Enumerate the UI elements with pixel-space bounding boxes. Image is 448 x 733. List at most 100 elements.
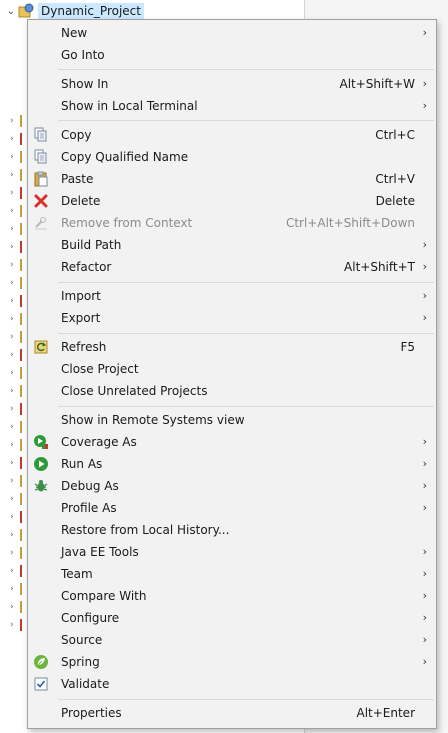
tree-row-collapsed[interactable]: › xyxy=(10,454,26,472)
tree-row-collapsed[interactable]: › xyxy=(10,130,26,148)
menu-separator xyxy=(58,282,434,283)
chevron-right-icon[interactable]: › xyxy=(10,422,20,432)
chevron-right-icon[interactable]: › xyxy=(10,278,20,288)
tree-node-icon xyxy=(20,457,26,469)
submenu-arrow-icon: › xyxy=(422,611,427,624)
tree-row-collapsed[interactable]: › xyxy=(10,382,26,400)
chevron-right-icon[interactable]: › xyxy=(10,566,20,576)
tree-row-collapsed[interactable]: › xyxy=(10,598,26,616)
chevron-right-icon[interactable]: › xyxy=(10,206,20,216)
menu-item-configure[interactable]: Configure › xyxy=(28,607,436,629)
tree-row-collapsed[interactable]: › xyxy=(10,148,26,166)
project-name-label[interactable]: Dynamic_Project xyxy=(38,3,144,19)
tree-row-collapsed[interactable]: › xyxy=(10,544,26,562)
tree-row-collapsed[interactable]: › xyxy=(10,526,26,544)
submenu-arrow-icon: › xyxy=(422,545,427,558)
chevron-right-icon[interactable]: › xyxy=(10,332,20,342)
menu-item-new[interactable]: New › xyxy=(28,22,436,44)
tree-item-project[interactable]: ⌄ Dynamic_Project xyxy=(4,1,144,21)
chevron-right-icon[interactable]: › xyxy=(10,116,20,126)
tree-row-collapsed[interactable]: › xyxy=(10,400,26,418)
chevron-right-icon[interactable]: › xyxy=(10,530,20,540)
tree-row-collapsed[interactable]: › xyxy=(10,364,26,382)
chevron-right-icon[interactable]: › xyxy=(10,188,20,198)
chevron-right-icon[interactable]: › xyxy=(10,314,20,324)
tree-row-collapsed[interactable]: › xyxy=(10,346,26,364)
tree-row-collapsed[interactable]: › xyxy=(10,274,26,292)
menu-item-refresh[interactable]: Refresh F5 xyxy=(28,336,436,358)
tree-row-collapsed[interactable]: › xyxy=(10,112,26,130)
chevron-right-icon[interactable]: › xyxy=(10,152,20,162)
submenu-arrow-icon: › xyxy=(422,567,427,580)
chevron-right-icon[interactable]: › xyxy=(10,620,20,630)
menu-item-copy-qualified-name[interactable]: Copy Qualified Name xyxy=(28,146,436,168)
menu-item-show-in-remote-systems[interactable]: Show in Remote Systems view xyxy=(28,409,436,431)
menu-item-show-in[interactable]: Show In Alt+Shift+W › xyxy=(28,73,436,95)
chevron-right-icon[interactable]: › xyxy=(10,602,20,612)
tree-row-collapsed[interactable]: › xyxy=(10,562,26,580)
tree-row-collapsed[interactable]: › xyxy=(10,508,26,526)
tree-row-collapsed[interactable]: › xyxy=(10,580,26,598)
menu-item-debug-as[interactable]: Debug As › xyxy=(28,475,436,497)
menu-item-go-into[interactable]: Go Into xyxy=(28,44,436,66)
tree-row-collapsed[interactable]: › xyxy=(10,220,26,238)
chevron-right-icon[interactable]: › xyxy=(10,584,20,594)
tree-row-collapsed[interactable]: › xyxy=(10,616,26,634)
tree-row-collapsed[interactable]: › xyxy=(10,256,26,274)
tree-row-collapsed[interactable]: › xyxy=(10,418,26,436)
menu-item-export[interactable]: Export › xyxy=(28,307,436,329)
tree-node-icon xyxy=(20,295,26,307)
tree-row-collapsed[interactable]: › xyxy=(10,310,26,328)
tree-row-collapsed[interactable]: › xyxy=(10,166,26,184)
chevron-right-icon[interactable]: › xyxy=(10,404,20,414)
menu-item-team[interactable]: Team › xyxy=(28,563,436,585)
menu-item-copy[interactable]: Copy Ctrl+C xyxy=(28,124,436,146)
menu-item-compare-with[interactable]: Compare With › xyxy=(28,585,436,607)
chevron-down-icon[interactable]: ⌄ xyxy=(4,6,18,17)
chevron-right-icon[interactable]: › xyxy=(10,134,20,144)
menu-item-import[interactable]: Import › xyxy=(28,285,436,307)
tree-node-icon xyxy=(20,205,26,217)
menu-item-source[interactable]: Source › xyxy=(28,629,436,651)
tree-row-collapsed[interactable]: › xyxy=(10,184,26,202)
tree-node-icon xyxy=(20,259,26,271)
chevron-right-icon[interactable]: › xyxy=(10,458,20,468)
menu-item-spring[interactable]: Spring › xyxy=(28,651,436,673)
menu-item-properties[interactable]: Properties Alt+Enter xyxy=(28,702,436,724)
chevron-right-icon[interactable]: › xyxy=(10,548,20,558)
chevron-right-icon[interactable]: › xyxy=(10,224,20,234)
chevron-right-icon[interactable]: › xyxy=(10,368,20,378)
tree-row-collapsed[interactable]: › xyxy=(10,328,26,346)
menu-item-close-unrelated-projects[interactable]: Close Unrelated Projects xyxy=(28,380,436,402)
chevron-right-icon[interactable]: › xyxy=(10,512,20,522)
tree-row-collapsed[interactable]: › xyxy=(10,436,26,454)
menu-item-show-in-local-terminal[interactable]: Show in Local Terminal › xyxy=(28,95,436,117)
tree-row-collapsed[interactable]: › xyxy=(10,292,26,310)
chevron-right-icon[interactable]: › xyxy=(10,494,20,504)
chevron-right-icon[interactable]: › xyxy=(10,476,20,486)
menu-item-refactor[interactable]: Refactor Alt+Shift+T › xyxy=(28,256,436,278)
tree-row-collapsed[interactable]: › xyxy=(10,202,26,220)
menu-item-delete[interactable]: Delete Delete xyxy=(28,190,436,212)
chevron-right-icon[interactable]: › xyxy=(10,440,20,450)
chevron-right-icon[interactable]: › xyxy=(10,170,20,180)
menu-item-build-path[interactable]: Build Path › xyxy=(28,234,436,256)
menu-item-profile-as[interactable]: Profile As › xyxy=(28,497,436,519)
tree-row-collapsed[interactable]: › xyxy=(10,490,26,508)
menu-item-validate[interactable]: Validate xyxy=(28,673,436,695)
menu-item-coverage-as[interactable]: Coverage As › xyxy=(28,431,436,453)
menu-item-run-as[interactable]: Run As › xyxy=(28,453,436,475)
tree-row-collapsed[interactable]: › xyxy=(10,238,26,256)
menu-item-paste[interactable]: Paste Ctrl+V xyxy=(28,168,436,190)
debug-icon xyxy=(33,478,49,494)
menu-item-restore-from-local-history[interactable]: Restore from Local History... xyxy=(28,519,436,541)
chevron-right-icon[interactable]: › xyxy=(10,242,20,252)
menu-item-close-project[interactable]: Close Project xyxy=(28,358,436,380)
tree-row-collapsed[interactable]: › xyxy=(10,472,26,490)
chevron-right-icon[interactable]: › xyxy=(10,296,20,306)
menu-item-java-ee-tools[interactable]: Java EE Tools › xyxy=(28,541,436,563)
chevron-right-icon[interactable]: › xyxy=(10,260,20,270)
chevron-right-icon[interactable]: › xyxy=(10,386,20,396)
chevron-right-icon[interactable]: › xyxy=(10,350,20,360)
menu-item-label: Delete xyxy=(61,194,101,208)
